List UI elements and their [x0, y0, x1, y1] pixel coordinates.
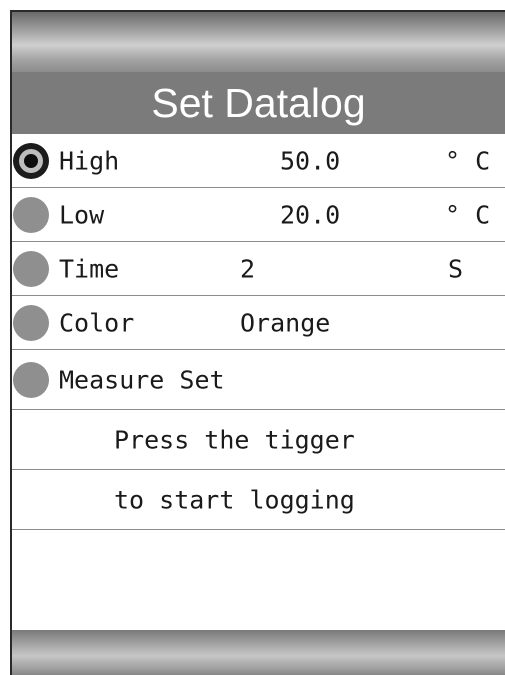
- menu-item-low[interactable]: Low 20.0 ° C: [12, 188, 505, 242]
- radio-unselected-icon[interactable]: [13, 250, 49, 287]
- instruction-text: to start logging: [114, 485, 355, 514]
- menu-item-value: 20.0: [280, 200, 341, 229]
- page-title: Set Datalog: [151, 79, 366, 126]
- menu-item-unit: ° C: [445, 200, 491, 229]
- radio-unselected-icon[interactable]: [13, 361, 49, 398]
- instruction-line-2: to start logging: [12, 470, 505, 530]
- menu-item-label: High: [59, 146, 120, 175]
- top-bezel-bar: [12, 12, 505, 72]
- menu-item-label: Measure Set: [59, 365, 225, 394]
- device-screen: Set Datalog High 50.0 ° C Low 20.0 ° C T…: [10, 10, 505, 675]
- menu-item-high[interactable]: High 50.0 ° C: [12, 134, 505, 188]
- menu-item-label: Time: [59, 254, 120, 283]
- radio-selected-icon[interactable]: [13, 142, 49, 179]
- title-bar: Set Datalog: [12, 72, 505, 134]
- menu-item-measure-set[interactable]: Measure Set: [12, 350, 505, 410]
- menu-item-value: 2: [240, 254, 256, 283]
- menu-item-value: Orange: [240, 308, 331, 337]
- menu-item-color[interactable]: Color Orange: [12, 296, 505, 350]
- radio-unselected-icon[interactable]: [13, 196, 49, 233]
- radio-unselected-icon[interactable]: [13, 304, 49, 341]
- instruction-line-1: Press the tigger: [12, 410, 505, 470]
- bottom-bezel-bar: [12, 630, 505, 675]
- menu-item-time[interactable]: Time 2 S: [12, 242, 505, 296]
- menu-item-value: 50.0: [280, 146, 341, 175]
- menu-item-unit: S: [448, 254, 464, 283]
- instruction-text: Press the tigger: [114, 425, 355, 454]
- menu-item-unit: ° C: [445, 146, 491, 175]
- menu-item-label: Low: [59, 200, 105, 229]
- menu-item-label: Color: [59, 308, 135, 337]
